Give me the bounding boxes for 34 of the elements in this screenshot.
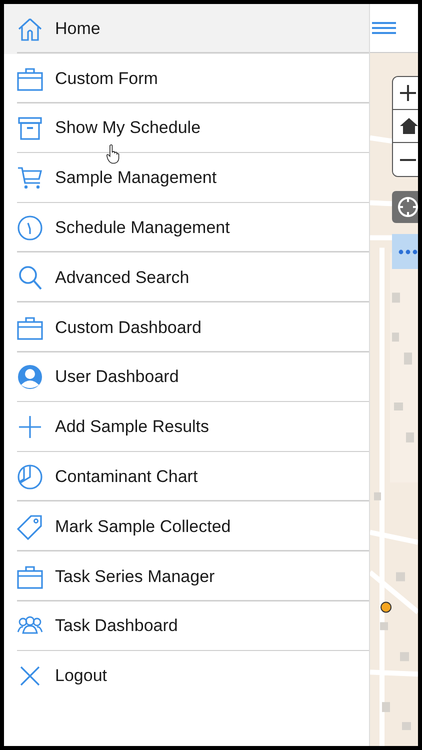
menu-item-label: Mark Sample Collected: [55, 516, 231, 537]
menu-item-label: Sample Management: [55, 168, 217, 188]
menu-item-label: Custom Dashboard: [55, 318, 202, 338]
minus-icon: [399, 158, 417, 160]
house-icon: [17, 16, 43, 42]
archive-box-icon: [17, 115, 43, 142]
tag-icon: [17, 514, 43, 540]
briefcase-icon: [17, 66, 43, 92]
menu-item[interactable]: Home: [4, 4, 369, 54]
menu-item-label: Task Dashboard: [55, 616, 178, 636]
pie-chart-icon: [17, 464, 43, 490]
briefcase-icon: [17, 314, 43, 341]
menu-icon: [372, 22, 396, 34]
cart-icon: [17, 165, 43, 192]
plus-icon: [399, 84, 417, 102]
home-icon: [399, 117, 418, 135]
menu-item-label: Contaminant Chart: [55, 467, 198, 488]
menu-item-label: User Dashboard: [55, 367, 179, 388]
menu-item-label: Advanced Search: [55, 268, 190, 288]
user-icon: [17, 364, 43, 390]
menu-item-label: Schedule Management: [55, 218, 230, 238]
briefcase-icon: [17, 564, 43, 590]
search-icon: [17, 264, 43, 291]
clock-icon: [17, 215, 43, 242]
menu-item-label: Logout: [55, 666, 107, 686]
plus-icon: [17, 414, 43, 440]
menu-item-label: Add Sample Results: [55, 417, 210, 438]
menu-item-label: Task Series Manager: [55, 566, 215, 587]
menu-item-label: Home: [55, 18, 100, 39]
menu-item-label: Custom Form: [55, 68, 158, 89]
crosshair-icon: [397, 196, 418, 218]
more-icon: [398, 248, 418, 254]
hand-cursor-icon: [106, 144, 120, 164]
menu-item-label: Show My Schedule: [55, 118, 201, 138]
